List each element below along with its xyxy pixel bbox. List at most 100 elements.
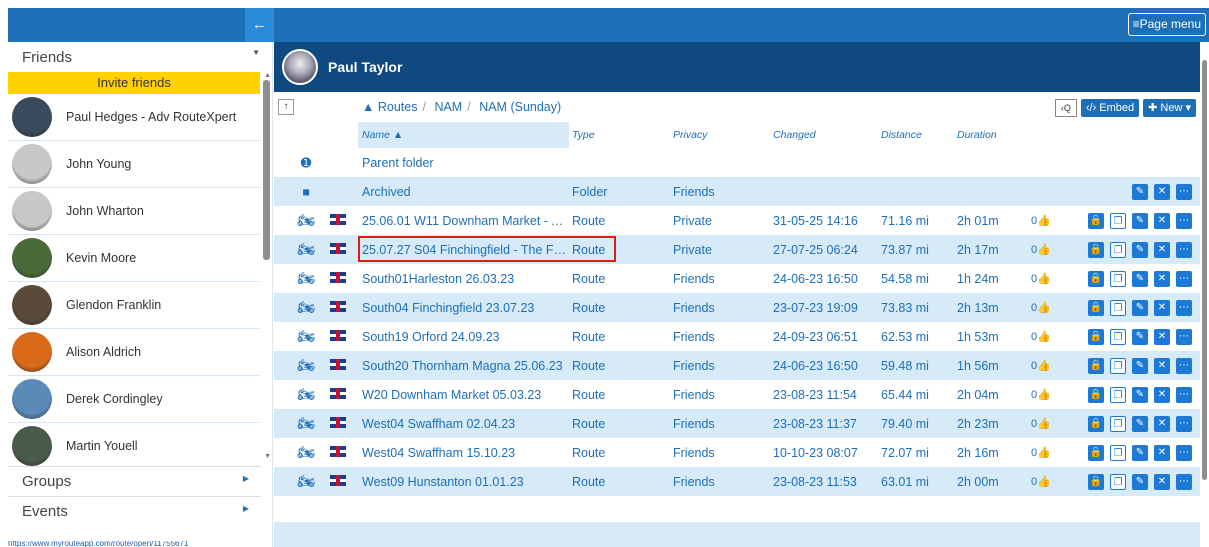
table-row[interactable]: 🏍 West04 Swaffham 15.10.23 Route Friends 10-… — [274, 438, 1200, 467]
edit-icon[interactable]: ✎ — [1132, 444, 1148, 461]
more-icon[interactable]: ⋯ — [1176, 386, 1192, 403]
copy-icon[interactable]: ❐ — [1110, 415, 1126, 432]
friends-header[interactable]: Friends ▼ — [8, 42, 272, 72]
copy-icon[interactable]: ❐ — [1110, 299, 1126, 316]
like-count[interactable]: 0👍 — [1031, 359, 1051, 372]
copy-icon[interactable]: ❐ — [1110, 270, 1126, 287]
table-row[interactable]: 🏍 25.06.01 W11 Downham Market - Ar... Rout… — [274, 206, 1200, 235]
events-section[interactable]: Events ▶ — [8, 496, 261, 526]
groups-section[interactable]: Groups ▶ — [8, 466, 261, 496]
page-scrollbar[interactable] — [1201, 50, 1208, 547]
edit-icon[interactable]: ✎ — [1132, 328, 1148, 345]
like-count[interactable]: 0👍 — [1031, 214, 1051, 227]
like-count[interactable]: 0👍 — [1031, 388, 1051, 401]
copy-icon[interactable]: ❐ — [1110, 328, 1126, 345]
lock-icon[interactable]: 🔒 — [1088, 241, 1104, 258]
route-name[interactable]: South19 Orford 24.09.23 — [358, 330, 569, 344]
parent-folder-label[interactable]: Parent folder — [358, 156, 569, 170]
delete-icon[interactable]: ✕ — [1154, 241, 1170, 258]
copy-icon[interactable]: ❐ — [1110, 473, 1126, 490]
table-row[interactable]: 🏍 25.07.27 S04 Finchingfield - The Fox I.… — [274, 235, 1200, 264]
table-row[interactable]: 🏍 South19 Orford 24.09.23 Route Friends 24-0… — [274, 322, 1200, 351]
edit-icon[interactable]: ✎ — [1132, 415, 1148, 432]
folder-row[interactable]: ■ Archived Folder Friends ✎ ✕ ⋯ — [274, 177, 1200, 206]
col-type-header[interactable]: Type — [572, 129, 595, 141]
edit-icon[interactable]: ✎ — [1132, 299, 1148, 316]
table-row[interactable]: 🏍 South20 Thornham Magna 25.06.23 Route Fri… — [274, 351, 1200, 380]
table-row[interactable]: 🏍 South04 Finchingfield 23.07.23 Route Frie… — [274, 293, 1200, 322]
copy-icon[interactable]: ❐ — [1110, 357, 1126, 374]
like-count[interactable]: 0👍 — [1031, 330, 1051, 343]
table-row[interactable]: 🏍 South01Harleston 26.03.23 Route Friends 24… — [274, 264, 1200, 293]
like-count[interactable]: 0👍 — [1031, 272, 1051, 285]
delete-icon[interactable]: ✕ — [1154, 299, 1170, 316]
lock-icon[interactable]: 🔒 — [1088, 415, 1104, 432]
more-icon[interactable]: ⋯ — [1176, 299, 1192, 316]
table-row[interactable]: 🏍 W20 Downham Market 05.03.23 Route Friends… — [274, 380, 1200, 409]
delete-icon[interactable]: ✕ — [1154, 473, 1170, 490]
breadcrumb-nam[interactable]: NAM — [434, 100, 462, 114]
lock-icon[interactable]: 🔒 — [1088, 444, 1104, 461]
route-name[interactable]: 25.07.27 S04 Finchingfield - The Fox I..… — [358, 243, 569, 257]
col-name-header[interactable]: Name ▲ — [358, 122, 569, 148]
edit-icon[interactable]: ✎ — [1132, 473, 1148, 490]
more-icon[interactable]: ⋯ — [1176, 328, 1192, 345]
more-icon[interactable]: ⋯ — [1176, 473, 1192, 490]
friend-item[interactable]: Kevin Moore — [8, 235, 260, 282]
edit-icon[interactable]: ✎ — [1132, 357, 1148, 374]
more-icon[interactable]: ⋯ — [1176, 212, 1192, 229]
search-icon[interactable]: ‹Q — [1054, 99, 1077, 117]
copy-icon[interactable]: ❐ — [1110, 386, 1126, 403]
friend-item[interactable]: Paul Hedges - Adv RouteXpert — [8, 94, 260, 141]
friend-item[interactable]: Alison Aldrich — [8, 329, 260, 376]
delete-icon[interactable]: ✕ — [1154, 357, 1170, 374]
like-count[interactable]: 0👍 — [1031, 475, 1051, 488]
like-count[interactable]: 0👍 — [1031, 301, 1051, 314]
lock-icon[interactable]: 🔒 — [1088, 299, 1104, 316]
route-name[interactable]: South04 Finchingfield 23.07.23 — [358, 301, 569, 315]
friend-item[interactable]: Martin Youell — [8, 423, 260, 470]
more-icon[interactable]: ⋯ — [1176, 241, 1192, 258]
copy-icon[interactable]: ❐ — [1110, 444, 1126, 461]
sidebar-scrollbar[interactable] — [263, 80, 270, 260]
new-button[interactable]: ✚ New ▾ — [1143, 99, 1196, 117]
like-count[interactable]: 0👍 — [1031, 446, 1051, 459]
delete-icon[interactable]: ✕ — [1154, 270, 1170, 287]
edit-icon[interactable]: ✎ — [1132, 183, 1148, 200]
breadcrumb-nam-sunday[interactable]: NAM (Sunday) — [479, 100, 561, 114]
folder-name[interactable]: Archived — [358, 185, 569, 199]
up-arrow-icon[interactable]: ↑ — [278, 99, 294, 115]
lock-icon[interactable]: 🔒 — [1088, 357, 1104, 374]
page-menu-button[interactable]: ≡Page menu — [1127, 13, 1206, 36]
edit-icon[interactable]: ✎ — [1132, 386, 1148, 403]
col-changed-header[interactable]: Changed — [773, 129, 816, 141]
like-count[interactable]: 0👍 — [1031, 417, 1051, 430]
col-distance-header[interactable]: Distance — [881, 129, 922, 141]
lock-icon[interactable]: 🔒 — [1088, 328, 1104, 345]
friend-item[interactable]: Glendon Franklin — [8, 282, 260, 329]
like-count[interactable]: 0👍 — [1031, 243, 1051, 256]
friend-item[interactable]: John Young — [8, 141, 260, 188]
route-name[interactable]: West04 Swaffham 02.04.23 — [358, 417, 569, 431]
route-name[interactable]: West09 Hunstanton 01.01.23 — [358, 475, 569, 489]
delete-icon[interactable]: ✕ — [1154, 328, 1170, 345]
more-icon[interactable]: ⋯ — [1176, 357, 1192, 374]
route-name[interactable]: South01Harleston 26.03.23 — [358, 272, 569, 286]
more-icon[interactable]: ⋯ — [1176, 444, 1192, 461]
collapse-sidebar-button[interactable]: ← — [245, 8, 274, 42]
embed-button[interactable]: ‹/› Embed — [1080, 99, 1140, 117]
lock-icon[interactable]: 🔒 — [1088, 270, 1104, 287]
delete-icon[interactable]: ✕ — [1154, 386, 1170, 403]
copy-icon[interactable]: ❐ — [1110, 241, 1126, 258]
more-icon[interactable]: ⋯ — [1176, 415, 1192, 432]
route-name[interactable]: W20 Downham Market 05.03.23 — [358, 388, 569, 402]
edit-icon[interactable]: ✎ — [1132, 270, 1148, 287]
edit-icon[interactable]: ✎ — [1132, 241, 1148, 258]
delete-icon[interactable]: ✕ — [1154, 444, 1170, 461]
lock-icon[interactable]: 🔒 — [1088, 386, 1104, 403]
page-scroll-thumb[interactable] — [1202, 60, 1207, 480]
parent-folder-row[interactable]: ➊ Parent folder — [274, 148, 1200, 177]
edit-icon[interactable]: ✎ — [1132, 212, 1148, 229]
col-duration-header[interactable]: Duration — [957, 129, 997, 141]
scroll-down-icon[interactable]: ▼ — [264, 453, 271, 460]
